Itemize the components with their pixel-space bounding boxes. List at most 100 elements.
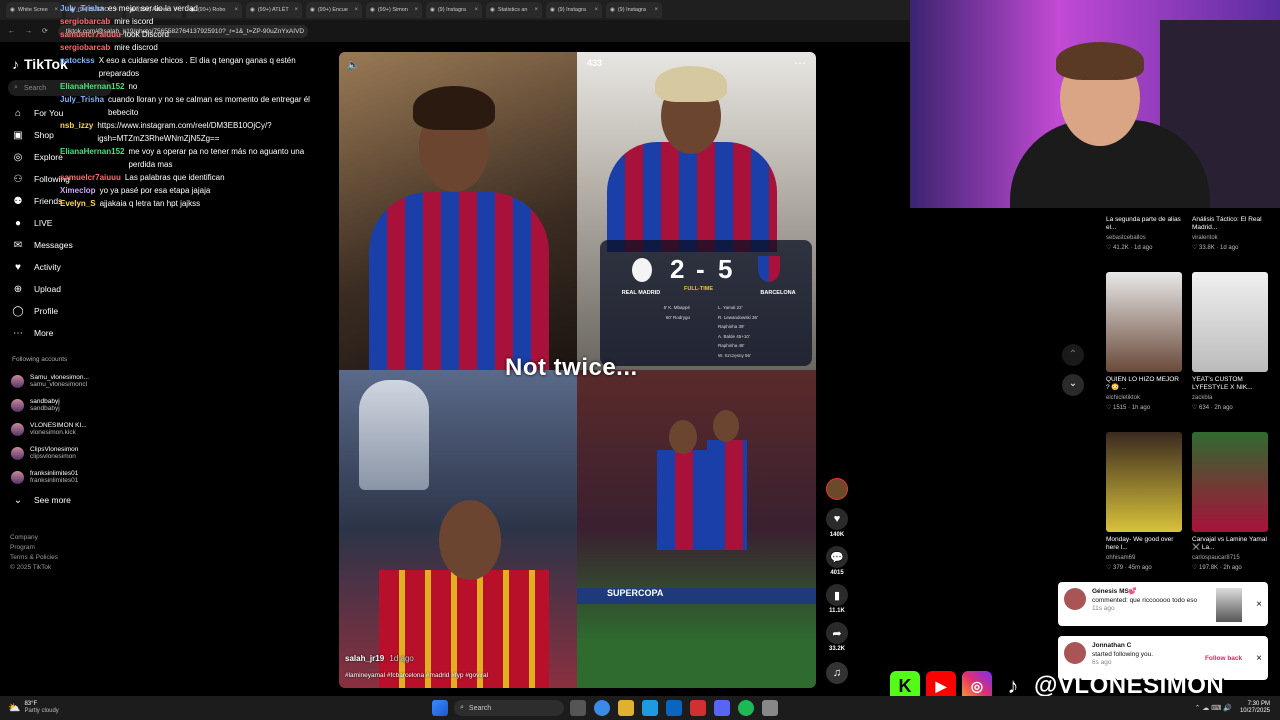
browser-tab[interactable]: ◉ White Scree × <box>6 2 62 18</box>
browser-tab[interactable]: ◉ (9) Instagra × <box>606 2 662 18</box>
heart-icon: ♡ <box>1192 405 1200 411</box>
notification-time: 6s ago <box>1092 659 1112 666</box>
tab-close-icon[interactable]: × <box>594 7 598 13</box>
photo-post[interactable]: 433 ⋯ REAL MADRID BARCELONA 2 - 5 FULL-T… <box>339 52 816 688</box>
chat-message: Evelyn_S ajjakaia q letra tan hpt jajkss <box>60 197 330 210</box>
app-icon[interactable] <box>690 700 706 716</box>
chat-message: sergiobarcab mire discrod <box>60 41 330 54</box>
away-score: 5 <box>718 254 733 284</box>
close-icon[interactable]: × <box>1256 599 1262 610</box>
chat-message: ElianaHernan152 me voy a operar pa no ten… <box>60 145 330 171</box>
following-account[interactable]: sandbabyj sandbabyj <box>8 393 112 417</box>
following-account[interactable]: Samu_vlonesimon... samu_vlonesimoncl <box>8 369 112 393</box>
chat-username: nsb_izzy <box>60 121 94 130</box>
windows-start-icon[interactable] <box>432 700 448 716</box>
heart-icon: ♡ <box>1192 245 1200 251</box>
next-post-button[interactable]: ⌄ <box>1062 374 1084 396</box>
activity-icon: ♥ <box>15 261 21 273</box>
comment-icon[interactable]: 💬 <box>826 546 848 568</box>
following-list: Samu_vlonesimon... samu_vlonesimoncl sandb… <box>8 369 112 489</box>
browser-tab[interactable]: ◉ (99+) Simon × <box>366 2 422 18</box>
video-thumbnail <box>1106 272 1182 372</box>
store-icon[interactable] <box>666 700 682 716</box>
footer-link[interactable]: Company <box>10 534 110 541</box>
browser-tab[interactable]: ◉ Statistics an × <box>486 2 542 18</box>
tab-close-icon[interactable]: × <box>354 7 358 13</box>
tab-close-icon[interactable]: × <box>54 7 58 13</box>
volume-icon[interactable]: 🔈 <box>347 60 359 71</box>
post-hashtags[interactable]: #lamineyamal #fcbarcelona #madrid #fyp #… <box>345 672 488 679</box>
chat-username: patockss <box>60 56 95 65</box>
back-icon[interactable]: ← <box>8 28 15 35</box>
sidebar-item-label: Friends <box>34 196 63 206</box>
sidebar-item-upload[interactable]: ⊕ Upload <box>8 278 112 300</box>
more-options-icon[interactable]: ⋯ <box>794 56 806 70</box>
post-author[interactable]: salah_jr19 1d ago <box>345 654 414 663</box>
author-avatar[interactable] <box>826 478 848 500</box>
sidebar-item-activity[interactable]: ♥ Activity <box>8 256 112 278</box>
action-count: 11.1K <box>829 608 845 614</box>
bookmark-icon[interactable]: ▮ <box>826 584 848 606</box>
chevron-down-icon: ⌄ <box>13 494 23 506</box>
following-account[interactable]: VLONESIMON KI... vlonesimon.kick <box>8 417 112 441</box>
following-account[interactable]: franksinlimites01 franksinlimites01 <box>8 465 112 489</box>
suggested-video[interactable]: Análisis Táctico: El Real Madrid... viral… <box>1192 212 1268 251</box>
tab-favicon-icon: ◉ <box>610 7 615 13</box>
away-scorer: A. Balde 45+10' <box>718 333 750 339</box>
chat-message: nsb_izzy https://www.instagram.com/reel/D… <box>60 119 330 145</box>
spotify-icon[interactable] <box>738 700 754 716</box>
weather-widget[interactable]: ⛅ 83°F Partly cloudy <box>0 701 160 715</box>
explorer-icon[interactable] <box>618 700 634 716</box>
system-tray-icons[interactable]: ⌃ ☁ ⌨ 🔊 <box>1194 704 1232 712</box>
tab-close-icon[interactable]: × <box>414 7 418 13</box>
tab-close-icon[interactable]: × <box>534 7 538 13</box>
discord-icon[interactable] <box>714 700 730 716</box>
away-scorer: Raphinha 48' <box>718 343 745 349</box>
sidebar-item-profile[interactable]: ◯ Profile <box>8 300 112 322</box>
chat-text: X eso a cuidarse chicos . El dia q tenga… <box>98 56 296 78</box>
browser-tab[interactable]: ◉ (9) Instagra × <box>546 2 602 18</box>
suggested-video[interactable]: La segunda parte de alias el... sebastceb… <box>1106 212 1182 251</box>
trophy <box>359 380 429 490</box>
taskbar-search[interactable]: ⌕ Search <box>454 700 564 716</box>
edge-icon[interactable] <box>642 700 658 716</box>
upload-icon: ⊕ <box>13 283 23 295</box>
chat-username: samuelcr7aiuuu <box>60 30 121 39</box>
footer-link[interactable]: Terms & Policies <box>10 554 110 561</box>
sound-icon[interactable]: ♫ <box>826 662 848 684</box>
share-icon[interactable]: ➦ <box>826 622 848 644</box>
close-icon[interactable]: × <box>1256 653 1262 664</box>
suggested-video[interactable]: YEAT's CUSTOM LYFESTYLE X NIK... zackbla ♡… <box>1192 272 1268 411</box>
webcam-overlay <box>910 0 1280 208</box>
forward-icon[interactable]: → <box>25 28 32 35</box>
chrome-icon[interactable] <box>594 700 610 716</box>
suggested-video[interactable]: QUIEN LO HIZO MEJOR ? 😳 ... elchicletikto… <box>1106 272 1182 411</box>
stats-text: 33.8K · 1d ago <box>1199 245 1239 251</box>
reload-icon[interactable]: ⟳ <box>42 27 48 35</box>
chat-username: sergiobarcab <box>60 17 111 26</box>
following-account[interactable]: ClipsVlonesimon clipsvlonesimon <box>8 441 112 465</box>
footer-link[interactable]: Program <box>10 544 110 551</box>
chat-message: sergiobarcab mire iscord <box>60 15 330 28</box>
tab-close-icon[interactable]: × <box>474 7 478 13</box>
search-icon: ⌕ <box>460 704 464 711</box>
heart-icon[interactable]: ♥ <box>826 508 848 530</box>
obs-icon[interactable] <box>762 700 778 716</box>
taskview-icon[interactable] <box>570 700 586 716</box>
suggested-video[interactable]: Carvajal vs Lamine Yamal ⚔️ La... carlosp… <box>1192 432 1268 571</box>
tab-close-icon[interactable]: × <box>654 7 658 13</box>
chat-username: Ximeclop <box>60 186 96 195</box>
more-icon: ⋯ <box>13 327 23 339</box>
browser-tab[interactable]: ◉ (9) Instagra × <box>426 2 482 18</box>
follow-back-button[interactable]: Follow back <box>1205 655 1242 662</box>
previous-post-button[interactable]: ⌃ <box>1062 344 1084 366</box>
search-icon: ⌕ <box>14 84 18 91</box>
chat-text: mire iscord <box>114 17 154 26</box>
notification-toast[interactable]: Génesis MS💕 commented: que riccooooo todo… <box>1058 582 1268 626</box>
account-handle: vlonesimon.kick <box>30 429 76 436</box>
suggested-video[interactable]: Monday- We good over here l... ohhisam69 ♡… <box>1106 432 1182 571</box>
windows-taskbar: ⛅ 83°F Partly cloudy ⌕ Search ⌃ ☁ ⌨ 🔊 7:… <box>0 696 1280 720</box>
video-author: ohhisam69 <box>1106 555 1136 561</box>
sidebar-item-more[interactable]: ⋯ More <box>8 322 112 344</box>
see-more-button[interactable]: ⌄ See more <box>8 489 112 511</box>
